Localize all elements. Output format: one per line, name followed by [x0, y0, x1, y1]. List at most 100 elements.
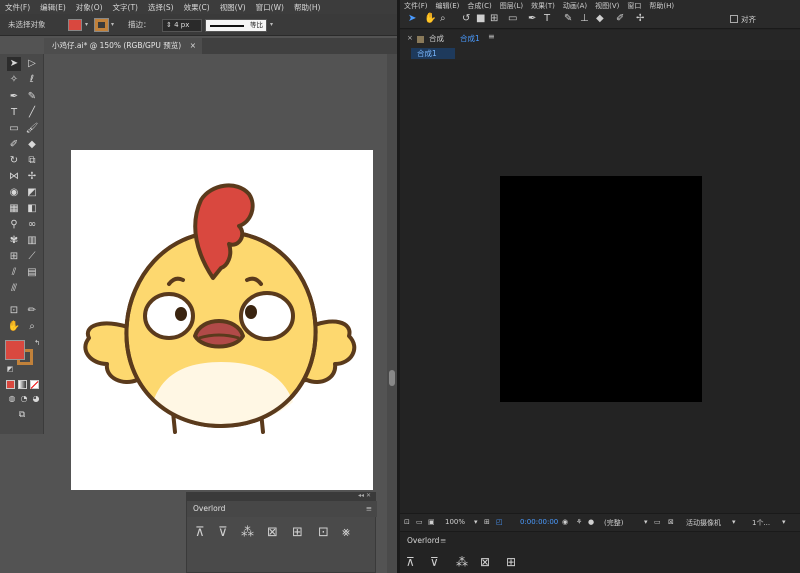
camera-select[interactable]: 活动摄像机 [686, 518, 721, 528]
crop-tool-icon[interactable]: ⊡ [7, 304, 21, 318]
swap-colors-icon[interactable]: ↰ [30, 336, 44, 350]
stroke-stepper-icon[interactable]: ⇕ [166, 21, 174, 29]
push-to-ae-icon[interactable]: ⊼ [195, 525, 205, 540]
color-mode-icon[interactable] [6, 380, 15, 389]
default-colors-icon[interactable]: ◩ [3, 362, 17, 376]
stroke-color-swatch[interactable] [94, 18, 109, 32]
graph-tool-icon[interactable]: ▥ [25, 234, 39, 248]
grid-icon[interactable]: ⊡ [318, 525, 329, 540]
artboard[interactable] [71, 150, 373, 490]
rectangle-tool-icon[interactable]: ▭ [7, 122, 21, 136]
direct-selection-tool-icon[interactable]: ▷ [25, 57, 39, 71]
ae-menu-effect[interactable]: 效果(T) [527, 1, 559, 11]
views-dropdown-icon[interactable]: ▾ [782, 518, 786, 526]
document-tab[interactable]: 小鸡仔.ai* @ 150% (RGB/GPU 预览) × [44, 38, 202, 54]
ae-pan-behind-tool-icon[interactable]: ⊞ [490, 13, 498, 24]
shaper-tool-icon[interactable]: ✐ [7, 138, 21, 152]
ai-menu-view[interactable]: 视图(V) [215, 2, 251, 13]
ai-menu-effect[interactable]: 效果(C) [179, 2, 215, 13]
ae-menu-composition[interactable]: 合成(C) [463, 1, 495, 11]
monitor-icon[interactable]: ▭ [416, 518, 423, 526]
ae-brush-tool-icon[interactable]: ✎ [564, 13, 572, 24]
gradient-tool-icon[interactable]: ◧ [25, 202, 39, 216]
zoom-dropdown-icon[interactable]: ▾ [474, 518, 478, 526]
lasso-tool-icon[interactable]: ℓ [25, 73, 39, 87]
composition-menu-icon[interactable]: ≡ [488, 32, 495, 41]
ai-menu-file[interactable]: 文件(F) [0, 2, 35, 13]
snap-checkbox[interactable] [730, 15, 738, 23]
draw-inside-icon[interactable]: ◕ [29, 392, 43, 406]
close-tab-icon[interactable]: × [190, 38, 196, 54]
ae-push-to-ai-icon[interactable]: ⊼ [406, 555, 415, 569]
ae-zoom-tool-icon[interactable]: ⌕ [440, 13, 446, 24]
ai-menu-edit[interactable]: 编辑(E) [35, 2, 71, 13]
ae-type-tool-icon[interactable]: T [544, 13, 550, 24]
stroke-dropdown-icon[interactable]: ▾ [111, 21, 114, 28]
panel-menu-icon[interactable]: ≡ [366, 504, 372, 513]
magic-wand-tool-icon[interactable]: ✧ [7, 73, 21, 87]
ae-menu-window[interactable]: 窗口 [623, 1, 645, 11]
eraser-tool-icon[interactable]: ◆ [25, 138, 39, 152]
ae-hand-tool-icon[interactable]: ✋ [424, 13, 436, 24]
zoom-level[interactable]: 100% [445, 518, 465, 526]
resolution-dropdown-icon[interactable]: ▾ [644, 518, 648, 526]
show-snapshot-icon[interactable]: ⚘ [576, 518, 582, 526]
scale-tool-icon[interactable]: ⧉ [25, 154, 39, 168]
panel-collapse-icon[interactable]: ◂◂ ✕ [358, 492, 371, 499]
composition-name[interactable]: 合成1 [460, 33, 480, 44]
add-to-comp-icon[interactable]: ⊞ [292, 525, 303, 540]
panel-grip[interactable]: ◂◂ ✕ [187, 492, 375, 501]
push-layers-icon[interactable]: ⁂ [241, 525, 254, 540]
blend-tool-icon[interactable]: ∞ [25, 218, 39, 232]
current-timecode[interactable]: 0:00:00:00 [520, 518, 558, 526]
rotate-tool-icon[interactable]: ↻ [7, 154, 21, 168]
ai-scroll-thumb[interactable] [389, 370, 395, 386]
ae-add-icon[interactable]: ⊞ [506, 555, 516, 569]
pencil-tool-icon[interactable]: ✏ [25, 304, 39, 318]
always-preview-icon[interactable]: ⊡ [404, 518, 410, 526]
chart-tool-icon[interactable]: ▤ [25, 266, 39, 280]
safe-areas-icon[interactable]: ▣ [428, 518, 435, 526]
ae-clone-stamp-tool-icon[interactable]: ⊥ [580, 13, 589, 24]
transparency-grid-icon[interactable]: ⊠ [668, 518, 674, 526]
paintbrush-tool-icon[interactable]: 🖌 [25, 122, 39, 136]
type-tool-icon[interactable]: T [7, 106, 21, 120]
snapshot-icon[interactable]: ◉ [562, 518, 568, 526]
views-select[interactable]: 1个... [752, 518, 770, 528]
ai-vertical-scrollbar[interactable] [387, 54, 397, 573]
color-channel-icon[interactable]: ● [588, 518, 594, 526]
ae-rectangle-tool-icon[interactable]: ▭ [508, 13, 517, 24]
disconnect-icon[interactable]: ⨳ [342, 525, 350, 540]
pull-from-ae-icon[interactable]: ⊽ [218, 525, 228, 540]
puppet-warp-tool-icon[interactable]: ✢ [25, 170, 39, 184]
camera-dropdown-icon[interactable]: ▾ [732, 518, 736, 526]
gradient-mode-icon[interactable] [18, 380, 27, 389]
ae-camera-tool-icon[interactable]: ■ [476, 13, 485, 24]
ae-overlord-title[interactable]: Overlord [407, 536, 439, 545]
composition-subtab[interactable]: 合成1 [411, 48, 455, 59]
ae-puppet-tool-icon[interactable]: ✢ [636, 13, 644, 24]
ae-menu-animation[interactable]: 动画(A) [559, 1, 591, 11]
ae-menu-edit[interactable]: 编辑(E) [432, 1, 464, 11]
ae-menu-help[interactable]: 帮助(H) [645, 1, 678, 11]
ai-menu-help[interactable]: 帮助(H) [289, 2, 326, 13]
knife-tool-icon[interactable]: ⫽ [7, 266, 21, 280]
width-tool-icon[interactable]: ⋈ [7, 170, 21, 184]
screen-mode-icon[interactable]: ⧉ [15, 408, 29, 422]
fill-color-swatch[interactable] [68, 19, 82, 31]
ai-menu-object[interactable]: 对象(O) [71, 2, 108, 13]
curvature-tool-icon[interactable]: ✎ [25, 90, 39, 104]
none-mode-icon[interactable] [30, 380, 39, 389]
toolbox-fill-swatch[interactable] [5, 340, 25, 360]
artboard-tool-icon[interactable]: ⊞ [7, 250, 21, 264]
composition-viewer[interactable] [400, 60, 800, 513]
ae-menu-layer[interactable]: 图层(L) [496, 1, 527, 11]
ae-eraser-tool-icon[interactable]: ◆ [596, 13, 604, 24]
mask-visibility-icon[interactable]: ◰ [496, 518, 503, 526]
libraries-icon[interactable]: ⫻ [7, 282, 21, 296]
ae-pen-tool-icon[interactable]: ✒ [528, 13, 536, 24]
ae-roto-brush-tool-icon[interactable]: ✐ [616, 13, 624, 24]
pen-tool-icon[interactable]: ✒ [7, 90, 21, 104]
ae-menu-file[interactable]: 文件(F) [400, 1, 432, 11]
hand-tool-icon[interactable]: ✋ [7, 320, 21, 334]
